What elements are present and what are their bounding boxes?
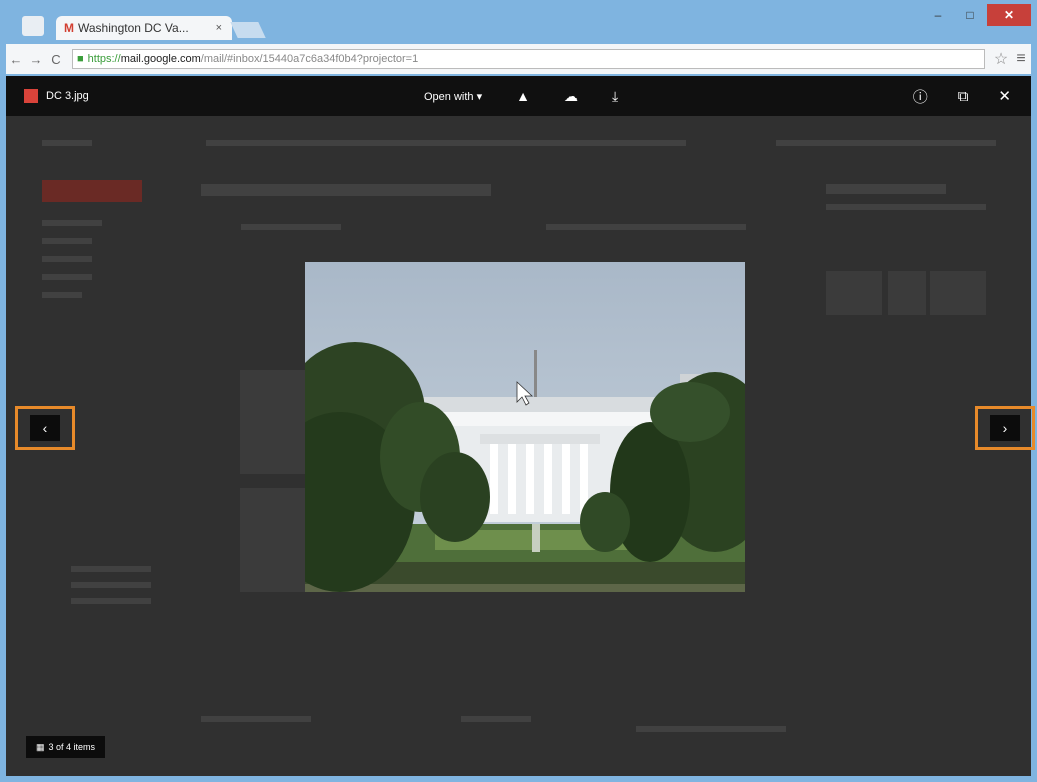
new-tab-button[interactable] (230, 22, 266, 38)
file-name: DC 3.jpg (46, 90, 89, 102)
popout-icon[interactable]: ⧉ (958, 88, 969, 105)
chevron-left-icon: ‹ (30, 415, 60, 441)
url-scheme: https:// (87, 53, 121, 65)
back-button[interactable]: ← (6, 52, 26, 67)
browser-toolbar: ← → C ■ https:// mail.google.com /mail/#… (6, 44, 1031, 74)
tab-close-icon[interactable]: × (216, 22, 222, 34)
window-controls: – □ ✕ (923, 4, 1031, 26)
open-with-label: Open with (424, 90, 474, 103)
viewer-center-actions: Open with ▾ ▲ ☁ ⤓ (424, 76, 618, 116)
previous-image-button[interactable]: ‹ (15, 406, 75, 450)
download-icon[interactable]: ⤓ (612, 88, 618, 105)
viewer-right-actions: ⓘ ⧉ ✕ (913, 76, 1011, 116)
title-bar: M Washington DC Va... × – □ ✕ (0, 0, 1037, 40)
browser-menu-icon[interactable]: ≡ (1011, 50, 1031, 68)
save-to-drive-icon[interactable]: ☁ (564, 88, 578, 105)
viewer-toolbar: DC 3.jpg Open with ▾ ▲ ☁ ⤓ ⓘ ⧉ ✕ (6, 76, 1031, 116)
browser-tab[interactable]: M Washington DC Va... × (56, 16, 232, 40)
grid-icon: ▦ (36, 741, 45, 752)
reload-button[interactable]: C (46, 52, 66, 67)
white-house-photo (305, 262, 745, 592)
open-with-button[interactable]: Open with ▾ (424, 90, 482, 103)
minimize-button[interactable]: – (923, 4, 953, 26)
chevron-right-icon: › (990, 415, 1020, 441)
item-counter-label: 3 of 4 items (48, 742, 96, 752)
gmail-icon: M (64, 21, 74, 35)
add-to-drive-icon[interactable]: ▲ (516, 88, 530, 104)
chevron-down-icon: ▾ (476, 90, 483, 103)
details-icon[interactable]: ⓘ (913, 86, 928, 107)
forward-button[interactable]: → (26, 52, 46, 67)
bookmark-star-icon[interactable]: ☆ (991, 49, 1011, 69)
close-viewer-icon[interactable]: ✕ (998, 87, 1011, 105)
close-window-button[interactable]: ✕ (987, 4, 1031, 26)
url-host: mail.google.com (120, 53, 201, 65)
next-image-button[interactable]: › (975, 406, 1035, 450)
image-file-icon (24, 89, 38, 103)
preview-image (305, 262, 745, 592)
compose-button-dimmed (42, 180, 142, 202)
item-counter[interactable]: ▦ 3 of 4 items (26, 736, 106, 758)
address-bar[interactable]: ■ https:// mail.google.com /mail/#inbox/… (72, 49, 985, 69)
tab-title: Washington DC Va... (78, 21, 189, 35)
url-path: /mail/#inbox/15440a7c6a34f0b4?projector=… (200, 53, 419, 65)
maximize-button[interactable]: □ (955, 4, 985, 26)
app-icon (22, 16, 44, 36)
lock-icon: ■ (77, 53, 84, 65)
